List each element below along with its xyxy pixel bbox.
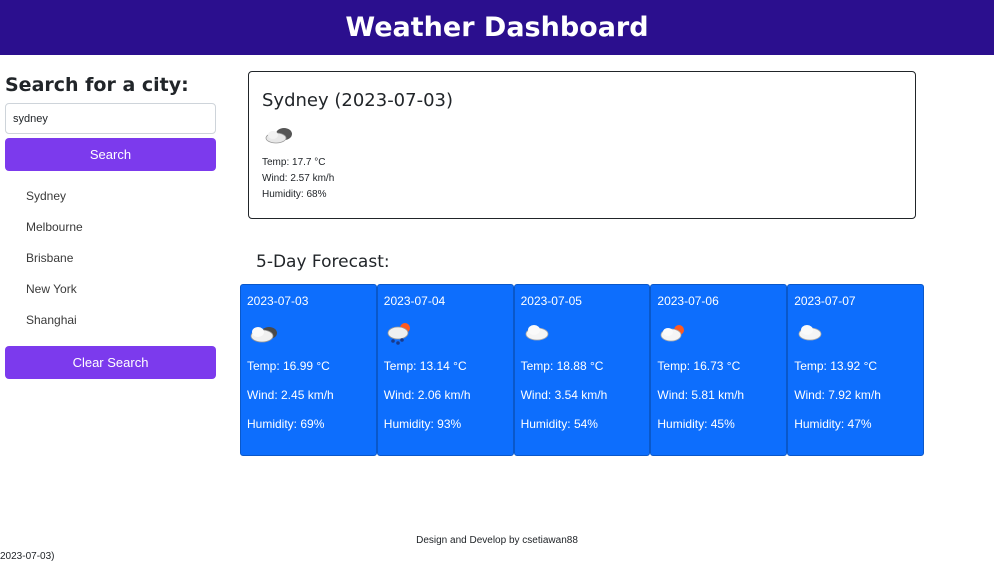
current-weather-card: Sydney (2023-07-03) Temp: 17.7 °C Wind: … [248, 71, 916, 219]
stray-text: 2023-07-03) [0, 551, 55, 562]
forecast-humidity: Humidity: 93% [383, 417, 462, 431]
forecast-humidity: Humidity: 45% [657, 417, 735, 431]
forecast-card: 2023-07-03 Temp: 16.99 °C Wind: 2.45 km/… [240, 284, 377, 456]
forecast-row: 2023-07-03 Temp: 16.99 °C Wind: 2.45 km/… [240, 284, 924, 456]
forecast-heading: 5-Day Forecast: [256, 252, 390, 272]
forecast-wind: Wind: 2.06 km/h [383, 388, 471, 402]
forecast-wind: Wind: 5.81 km/h [657, 388, 745, 402]
forecast-humidity: Humidity: 54% [520, 417, 598, 431]
current-wind: Wind: 2.57 km/h [262, 173, 335, 184]
forecast-date: 2023-07-05 [520, 294, 582, 308]
forecast-temp: Temp: 13.92 °C [794, 359, 878, 373]
forecast-date: 2023-07-07 [794, 294, 856, 308]
partly-cloudy-icon [262, 121, 296, 147]
forecast-wind: Wind: 7.92 km/h [794, 388, 881, 402]
forecast-date: 2023-07-03 [247, 294, 309, 308]
forecast-humidity: Humidity: 69% [247, 417, 325, 431]
dark-cloud-icon [247, 319, 281, 347]
cloud-icon [521, 319, 555, 347]
forecast-temp: Temp: 16.99 °C [247, 359, 330, 373]
forecast-temp: Temp: 16.73 °C [657, 359, 741, 373]
search-sidebar: Search for a city: Search Sydney Melbour… [5, 74, 216, 379]
clear-search-button[interactable]: Clear Search [5, 346, 216, 379]
forecast-card: 2023-07-04 Temp: 13.14 °C Wind: 2.06 km/… [376, 284, 514, 456]
cloud-icon [794, 319, 828, 347]
history-item-sydney[interactable]: Sydney [5, 181, 216, 212]
history-item-shanghai[interactable]: Shanghai [5, 305, 216, 336]
search-history-list: Sydney Melbourne Brisbane New York Shang… [5, 181, 216, 336]
sun-cloud-icon [657, 319, 691, 347]
footer-credit: Design and Develop by csetiawan88 [416, 535, 578, 546]
forecast-card: 2023-07-06 Temp: 16.73 °C Wind: 5.81 km/… [650, 284, 788, 456]
page-title: Weather Dashboard [345, 12, 649, 43]
forecast-card: 2023-07-05 Temp: 18.88 °C Wind: 3.54 km/… [513, 284, 651, 456]
forecast-wind: Wind: 3.54 km/h [520, 388, 608, 402]
app-header: Weather Dashboard [0, 0, 994, 55]
sun-rain-icon [384, 319, 418, 347]
city-search-input[interactable] [5, 103, 216, 134]
history-item-brisbane[interactable]: Brisbane [5, 243, 216, 274]
forecast-wind: Wind: 2.45 km/h [247, 388, 334, 402]
history-item-new-york[interactable]: New York [5, 274, 216, 305]
history-item-melbourne[interactable]: Melbourne [5, 212, 216, 243]
current-temp: Temp: 17.7 °C [262, 157, 326, 168]
forecast-date: 2023-07-04 [383, 294, 446, 308]
forecast-temp: Temp: 18.88 °C [520, 359, 604, 373]
forecast-card: 2023-07-07 Temp: 13.92 °C Wind: 7.92 km/… [787, 284, 924, 456]
forecast-humidity: Humidity: 47% [794, 417, 872, 431]
search-button[interactable]: Search [5, 138, 216, 171]
current-city-title: Sydney (2023-07-03) [262, 90, 454, 111]
forecast-temp: Temp: 13.14 °C [383, 359, 467, 373]
search-heading: Search for a city: [5, 74, 189, 96]
current-humidity: Humidity: 68% [262, 189, 327, 200]
forecast-date: 2023-07-06 [657, 294, 719, 308]
